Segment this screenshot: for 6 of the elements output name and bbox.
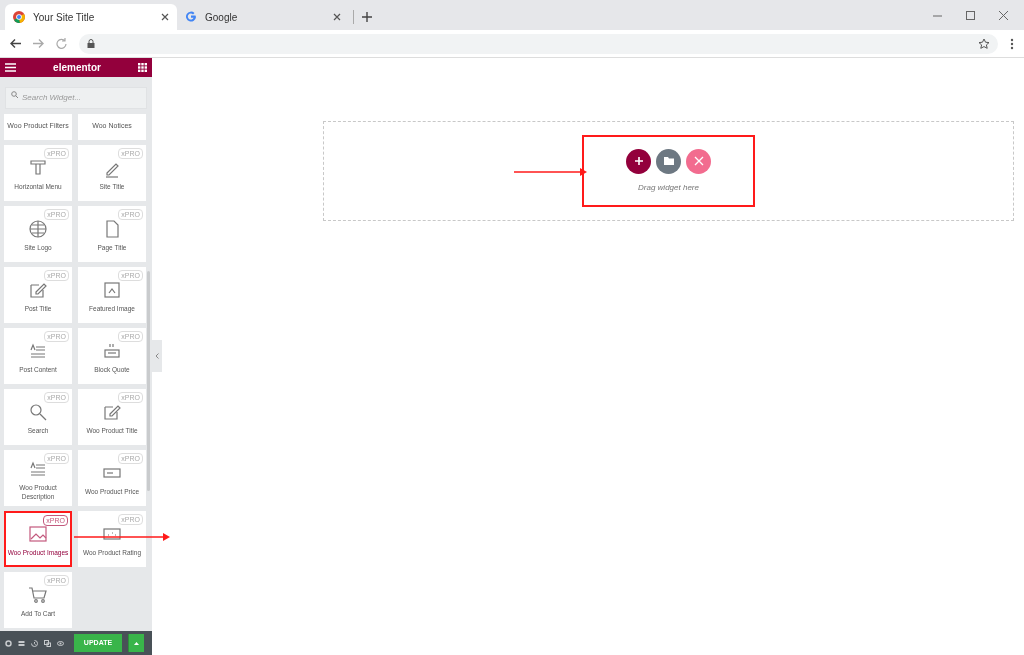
browser-tab[interactable]: Your Site Title xyxy=(5,4,177,30)
tab-title: Google xyxy=(205,10,239,25)
drop-hint: Drag widget here xyxy=(638,181,699,194)
brand-logo: elementor xyxy=(53,61,101,75)
tab-title: Your Site Title xyxy=(33,10,96,25)
search-field[interactable]: Search Widget... xyxy=(5,86,147,109)
